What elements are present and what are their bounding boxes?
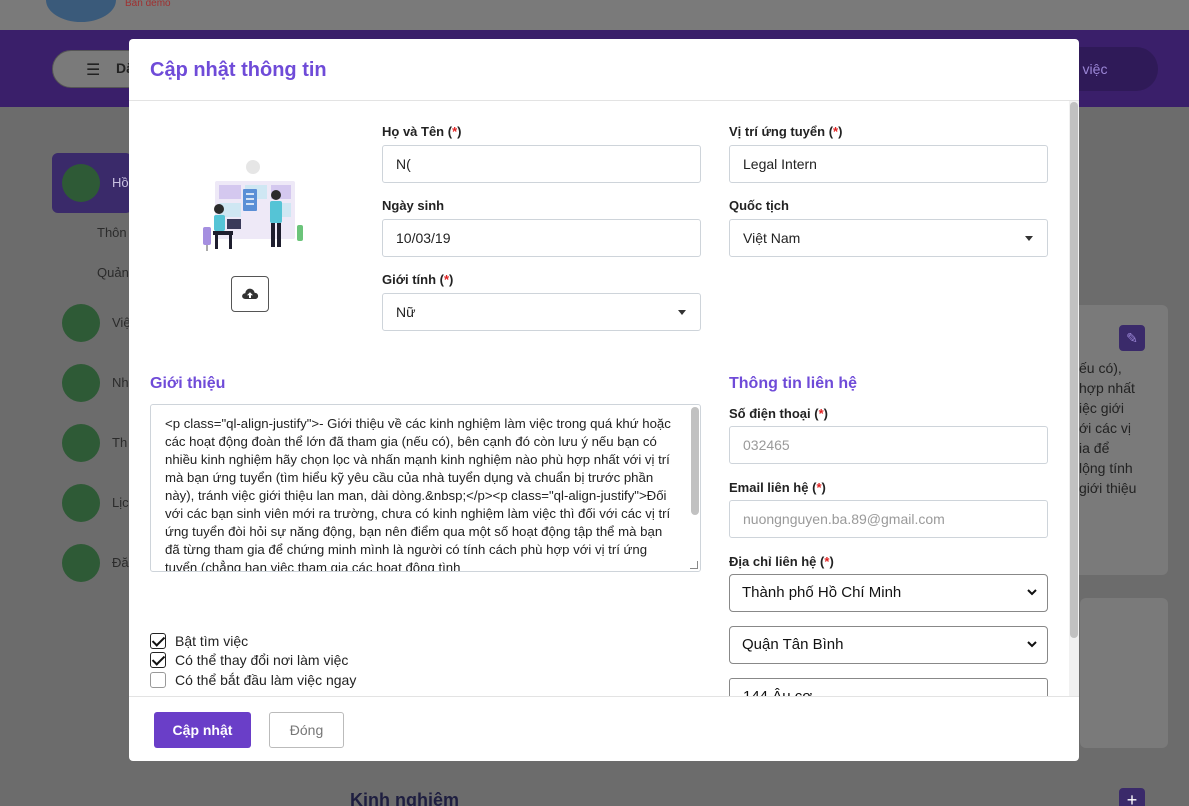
checkbox-start-immediately[interactable]: Có thể bắt đầu làm việc ngay: [150, 671, 356, 689]
phone-input[interactable]: 032465: [729, 426, 1048, 464]
modal-footer: Cập nhật Đóng: [129, 696, 1079, 761]
full-name-input[interactable]: N(: [382, 145, 701, 183]
position-label: Vị trí ứng tuyển (*): [729, 124, 843, 139]
profile-illustration: [203, 160, 303, 251]
introduction-text: <p class="ql-align-justify">- Giới thiệu…: [165, 416, 671, 572]
modal-title: Cập nhật thông tin: [150, 59, 327, 81]
background-card-line: ia để: [1079, 440, 1110, 456]
caret-down-icon: [1025, 236, 1033, 241]
full-name-label-text: Họ và Tên: [382, 124, 445, 139]
position-input[interactable]: Legal Intern: [729, 145, 1048, 183]
background-card: [1080, 598, 1168, 748]
city-value: Thành phố Hồ Chí Minh: [742, 584, 902, 601]
modal-header: Cập nhật thông tin: [129, 39, 1079, 101]
background-sidebar-item: Lịc: [112, 495, 129, 510]
email-label-text: Email liên hệ: [729, 480, 809, 495]
background-sidebar-item: Th: [112, 435, 128, 450]
required-mark: *: [452, 124, 458, 139]
email-label: Email liên hệ (*): [729, 480, 826, 495]
gender-select[interactable]: Nữ: [382, 293, 701, 331]
background-card-line: ếu có),: [1079, 360, 1122, 376]
birthdate-label: Ngày sinh: [382, 198, 445, 213]
checkbox-label: Có thể bắt đầu làm việc ngay: [175, 672, 357, 688]
gender-value: Nữ: [396, 304, 416, 320]
nationality-value: Việt Nam: [743, 230, 801, 246]
background-topbar: [0, 0, 1189, 30]
update-button[interactable]: Cập nhật: [154, 712, 251, 748]
background-sidebar-icon: [62, 544, 100, 582]
full-name-label: Họ và Tên (*): [382, 124, 462, 139]
chevron-down-icon: [1027, 641, 1037, 648]
checkbox-label: Bật tìm việc: [175, 633, 249, 649]
gender-label: Giới tính (*): [382, 272, 454, 287]
checkbox-label: Có thể thay đổi nơi làm việc: [175, 652, 349, 668]
background-sidebar-icon: [62, 304, 100, 342]
required-mark: *: [818, 406, 824, 421]
background-sidebar-item: Quản: [97, 265, 129, 280]
background-sidebar-item: Việ: [112, 315, 131, 330]
address-label: Địa chỉ liên hệ (*): [729, 554, 834, 569]
phone-label-text: Số điện thoại: [729, 406, 811, 421]
close-button[interactable]: Đóng: [269, 712, 344, 748]
required-mark: *: [443, 272, 450, 287]
background-sidebar-item: Thôn: [97, 225, 127, 240]
upload-cloud-icon: [242, 288, 259, 299]
required-mark: *: [824, 554, 830, 569]
introduction-title: Giới thiệu: [150, 375, 226, 392]
address-label-text: Địa chỉ liên hệ: [729, 554, 817, 569]
checkbox-checked-icon[interactable]: [150, 652, 166, 668]
required-mark: *: [816, 480, 822, 495]
district-select[interactable]: Quận Tân Bình: [729, 626, 1048, 664]
plus-icon: +: [1119, 788, 1145, 806]
email-input[interactable]: nuongnguyen.ba.89@gmail.com: [729, 500, 1048, 538]
contact-info-title: Thông tin liên hệ: [729, 375, 857, 392]
position-label-text: Vị trí ứng tuyển: [729, 124, 826, 139]
background-card-line: giới thiệu: [1079, 480, 1137, 496]
street-input[interactable]: 144 Âu cơ: [729, 678, 1048, 696]
required-mark: *: [833, 124, 839, 139]
background-sidebar-icon: [62, 424, 100, 462]
edit-icon: ✎: [1119, 325, 1145, 351]
background-sidebar-item: Đă: [112, 555, 129, 570]
update-info-modal: Cập nhật thông tin Họ và Tên (*) N(Vị t…: [129, 39, 1079, 761]
background-sidebar-item: Hồ: [112, 175, 129, 190]
birthdate-input[interactable]: 10/03/19: [382, 219, 701, 257]
background-sidebar-icon: [62, 364, 100, 402]
district-value: Quận Tân Bình: [742, 636, 844, 653]
checkbox-unchecked-icon[interactable]: [150, 672, 166, 688]
background-experience-heading: Kinh nghiệm: [350, 790, 459, 806]
background-card-line: hợp nhất: [1079, 380, 1135, 396]
nationality-select[interactable]: Việt Nam: [729, 219, 1048, 257]
chevron-down-icon: [1027, 589, 1037, 596]
background-sidebar-item: Nh: [112, 375, 129, 390]
modal-scrollbar-thumb[interactable]: [1070, 102, 1078, 638]
background-card-line: lộng tính: [1079, 460, 1133, 476]
background-demo-badge: Bản demo: [125, 0, 171, 9]
background-sidebar-icon: [62, 164, 100, 202]
background-card-line: ới các vị: [1079, 420, 1131, 436]
modal-body[interactable]: Họ và Tên (*) N( Vị trí ứng tuyển (*) Le…: [129, 101, 1079, 696]
upload-avatar-button[interactable]: [231, 276, 269, 312]
filter-icon: ☰: [86, 62, 101, 79]
phone-label: Số điện thoại (*): [729, 406, 828, 421]
background-card-line: iệc giới: [1079, 400, 1124, 416]
gender-label-text: Giới tính: [382, 272, 437, 287]
checkbox-change-location[interactable]: Có thể thay đổi nơi làm việc: [150, 651, 348, 669]
city-select[interactable]: Thành phố Hồ Chí Minh: [729, 574, 1048, 612]
nationality-label: Quốc tịch: [729, 198, 789, 213]
textarea-scrollbar[interactable]: [691, 407, 699, 515]
introduction-textarea[interactable]: <p class="ql-align-justify">- Giới thiệu…: [150, 404, 701, 572]
checkbox-job-seeking[interactable]: Bật tìm việc: [150, 632, 248, 650]
textarea-resize-handle[interactable]: [690, 561, 698, 569]
caret-down-icon: [678, 310, 686, 315]
checkbox-checked-icon[interactable]: [150, 633, 166, 649]
background-sidebar-icon: [62, 484, 100, 522]
